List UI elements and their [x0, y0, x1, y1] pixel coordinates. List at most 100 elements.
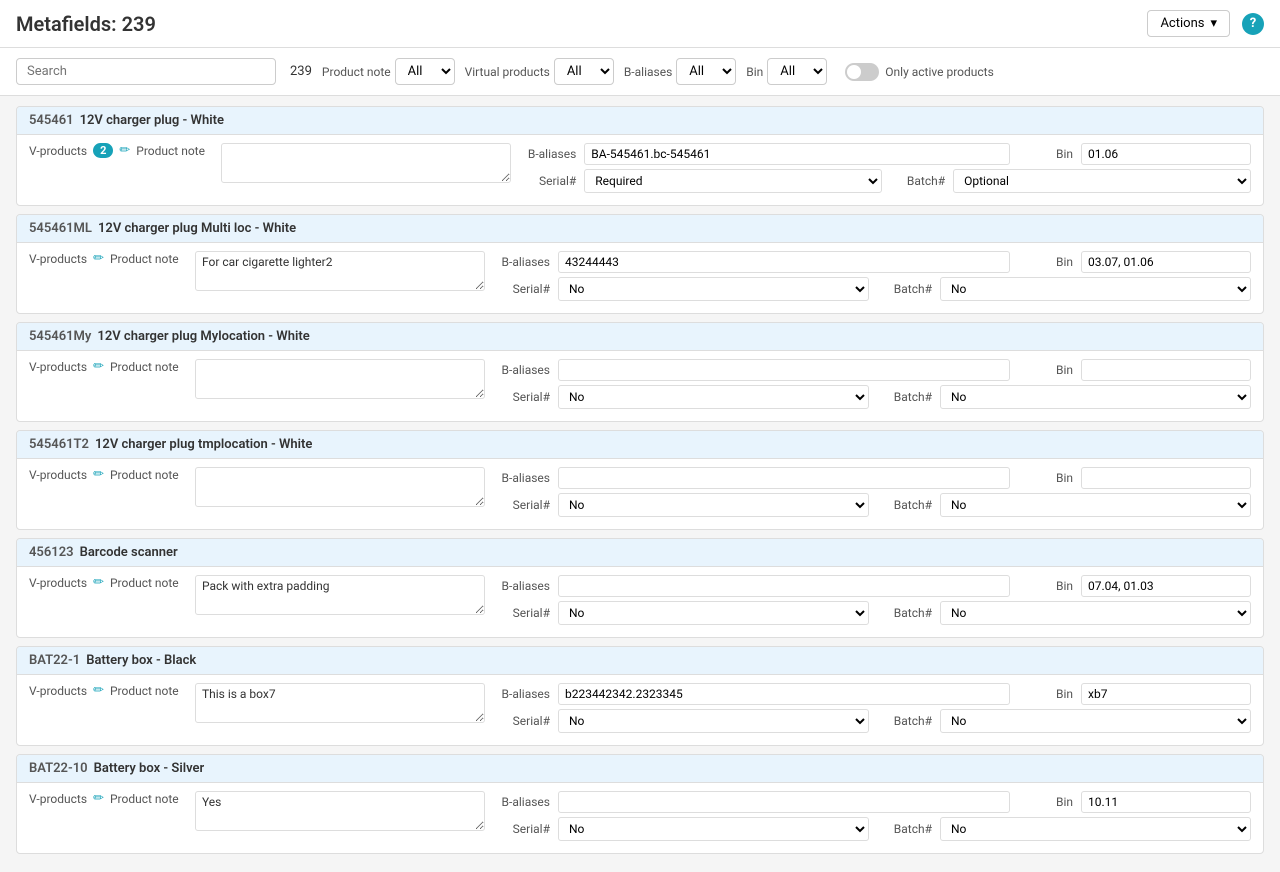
serial-select[interactable]: NoRequiredOptional: [558, 277, 869, 301]
product-note-label: Product note: [110, 684, 185, 698]
product-note-label: Product note: [136, 144, 211, 158]
b-aliases-input[interactable]: [558, 467, 1010, 489]
b-aliases-input[interactable]: [558, 251, 1010, 273]
batch-select[interactable]: NoRequiredOptional: [940, 493, 1251, 517]
product-note-label: Product note: [110, 576, 185, 590]
fields-section: B-aliases Bin Serial# NoRequiredOptional…: [495, 251, 1251, 301]
product-header[interactable]: 545461My 12V charger plug Mylocation - W…: [17, 323, 1263, 351]
b-aliases-row: B-aliases Bin: [495, 467, 1251, 489]
b-aliases-select[interactable]: All: [676, 58, 736, 85]
b-aliases-field-label: B-aliases: [495, 363, 550, 377]
product-row: V-products ✏ Product note This is a box7…: [29, 683, 1251, 733]
bin-input[interactable]: [1081, 683, 1251, 705]
product-name: 12V charger plug Mylocation - White: [97, 329, 309, 344]
product-group: 545461ML 12V charger plug Multi loc - Wh…: [16, 214, 1264, 314]
edit-icon[interactable]: ✏: [93, 683, 104, 698]
batch-field-label: Batch#: [877, 822, 932, 836]
product-id: 456123: [29, 545, 74, 560]
serial-batch-row: Serial# NoRequiredOptional Batch# NoRequ…: [495, 277, 1251, 301]
serial-batch-row: Serial# NoRequiredOptional Batch# NoRequ…: [495, 493, 1251, 517]
product-note-input[interactable]: [221, 143, 511, 183]
product-header[interactable]: BAT22-10 Battery box - Silver: [17, 755, 1263, 783]
bin-input[interactable]: [1081, 467, 1251, 489]
header-right: Actions ▾ ?: [1147, 10, 1264, 37]
v-products-label: V-products: [29, 576, 87, 590]
b-aliases-label: B-aliases: [624, 65, 672, 79]
batch-field-label: Batch#: [877, 606, 932, 620]
edit-icon[interactable]: ✏: [93, 359, 104, 374]
bin-input[interactable]: [1081, 575, 1251, 597]
serial-batch-row: Serial# NoRequiredOptional Batch# NoRequ…: [495, 601, 1251, 625]
product-group: 545461 12V charger plug - White V-produc…: [16, 106, 1264, 206]
product-body: V-products ✏ Product note Pack with extr…: [17, 567, 1263, 637]
search-input[interactable]: [16, 58, 276, 85]
batch-select[interactable]: NoRequiredOptional: [940, 709, 1251, 733]
v-count-badge: 2: [93, 143, 113, 158]
product-note-select[interactable]: All: [395, 58, 455, 85]
bin-input[interactable]: [1081, 791, 1251, 813]
b-aliases-row: B-aliases Bin: [521, 143, 1251, 165]
batch-select[interactable]: NoRequiredOptional: [953, 169, 1251, 193]
batch-select[interactable]: NoRequiredOptional: [940, 385, 1251, 409]
edit-icon[interactable]: ✏: [93, 467, 104, 482]
b-aliases-input[interactable]: [584, 143, 1010, 165]
bin-input[interactable]: [1081, 143, 1251, 165]
virtual-products-filter: Virtual products All: [465, 58, 614, 85]
product-note-input[interactable]: Pack with extra padding: [195, 575, 485, 615]
bin-input[interactable]: [1081, 251, 1251, 273]
product-header[interactable]: 545461T2 12V charger plug tmplocation - …: [17, 431, 1263, 459]
batch-field-label: Batch#: [877, 498, 932, 512]
edit-icon[interactable]: ✏: [93, 791, 104, 806]
product-header[interactable]: 545461 12V charger plug - White: [17, 107, 1263, 135]
serial-select[interactable]: NoRequiredOptional: [558, 601, 869, 625]
serial-select[interactable]: NoRequiredOptional: [558, 817, 869, 841]
product-row: V-products ✏ Product note For car cigare…: [29, 251, 1251, 301]
actions-button[interactable]: Actions ▾: [1147, 10, 1230, 37]
batch-select[interactable]: NoRequiredOptional: [940, 601, 1251, 625]
fields-section: B-aliases Bin Serial# NoRequiredOptional…: [495, 683, 1251, 733]
product-header[interactable]: 456123 Barcode scanner: [17, 539, 1263, 567]
product-id: 545461My: [29, 329, 91, 344]
b-aliases-input[interactable]: [558, 359, 1010, 381]
bin-select[interactable]: All: [767, 58, 827, 85]
v-products-section: V-products ✏ Product note: [29, 467, 185, 482]
v-products-label: V-products: [29, 792, 87, 806]
serial-select[interactable]: NoRequiredOptional: [558, 493, 869, 517]
batch-select[interactable]: NoRequiredOptional: [940, 817, 1251, 841]
active-products-toggle-group: Only active products: [845, 63, 994, 81]
product-header[interactable]: 545461ML 12V charger plug Multi loc - Wh…: [17, 215, 1263, 243]
batch-select[interactable]: NoRequiredOptional: [940, 277, 1251, 301]
product-note-input[interactable]: [195, 359, 485, 399]
active-products-toggle[interactable]: [845, 63, 879, 81]
serial-select[interactable]: NoRequiredOptional: [558, 709, 869, 733]
serial-select[interactable]: NoRequiredOptional: [558, 385, 869, 409]
virtual-products-select[interactable]: All: [554, 58, 614, 85]
product-id: BAT22-10: [29, 761, 88, 776]
product-body: V-products ✏ Product note For car cigare…: [17, 243, 1263, 313]
product-note-input[interactable]: Yes: [195, 791, 485, 831]
product-header[interactable]: BAT22-1 Battery box - Black: [17, 647, 1263, 675]
b-aliases-input[interactable]: [558, 575, 1010, 597]
product-body: V-products 2 ✏ Product note B-aliases Bi…: [17, 135, 1263, 205]
product-note-input[interactable]: For car cigarette lighter2: [195, 251, 485, 291]
bin-filter: Bin All: [746, 58, 827, 85]
chevron-down-icon: ▾: [1210, 16, 1217, 31]
help-icon[interactable]: ?: [1242, 13, 1264, 35]
bin-field-label: Bin: [1018, 255, 1073, 269]
b-aliases-input[interactable]: [558, 791, 1010, 813]
v-products-section: V-products 2 ✏ Product note: [29, 143, 211, 158]
product-note-input[interactable]: [195, 467, 485, 507]
product-row: V-products 2 ✏ Product note B-aliases Bi…: [29, 143, 1251, 193]
edit-icon[interactable]: ✏: [93, 575, 104, 590]
b-aliases-field-label: B-aliases: [521, 147, 576, 161]
b-aliases-input[interactable]: [558, 683, 1010, 705]
product-name: 12V charger plug tmplocation - White: [95, 437, 312, 452]
product-group: 545461T2 12V charger plug tmplocation - …: [16, 430, 1264, 530]
bin-input[interactable]: [1081, 359, 1251, 381]
product-note-input[interactable]: This is a box7: [195, 683, 485, 723]
serial-field-label: Serial#: [495, 498, 550, 512]
edit-icon[interactable]: ✏: [119, 143, 130, 158]
edit-icon[interactable]: ✏: [93, 251, 104, 266]
serial-select[interactable]: NoRequiredOptional: [584, 169, 882, 193]
batch-field-label: Batch#: [877, 714, 932, 728]
